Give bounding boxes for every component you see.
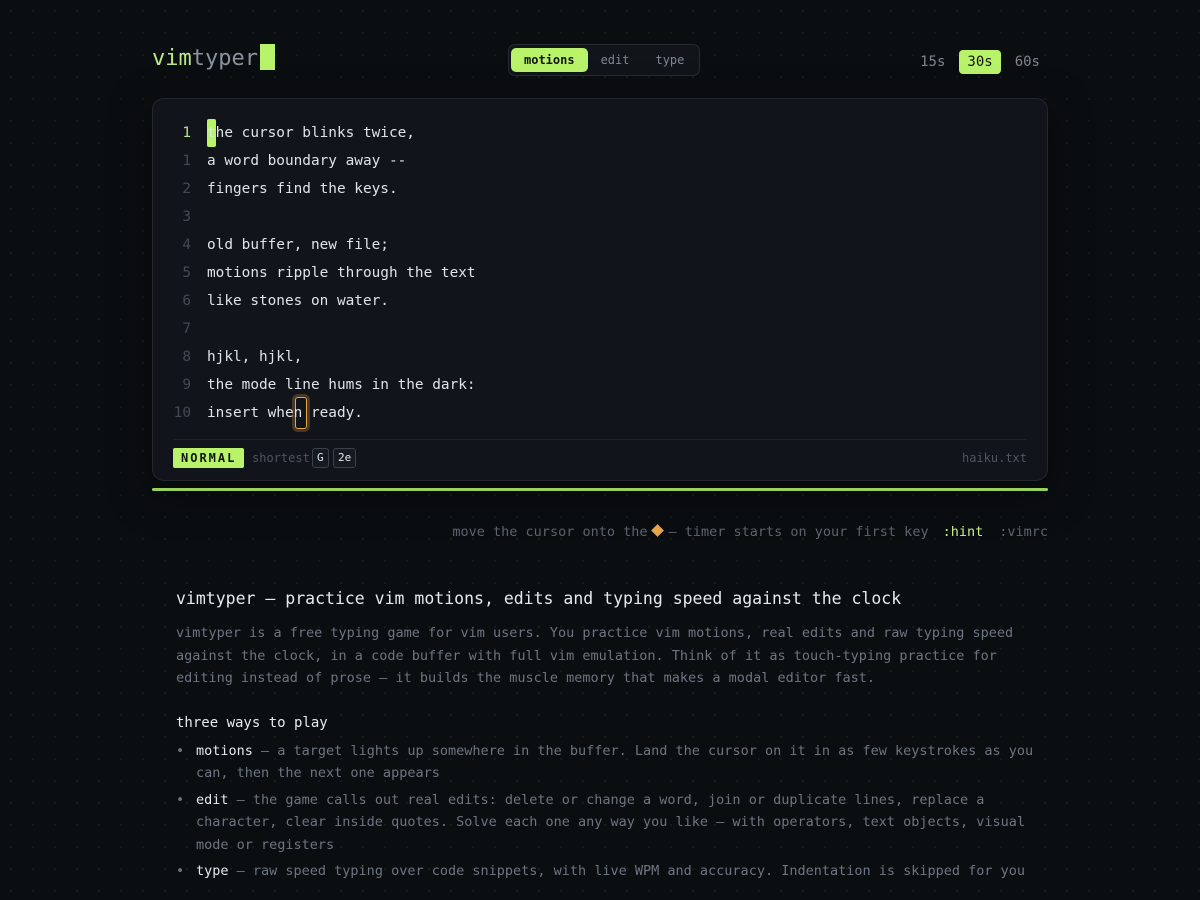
mode-indicator: NORMAL xyxy=(173,448,245,468)
logo-vim: vim xyxy=(152,46,192,71)
hint-command-link[interactable]: :hint xyxy=(943,524,984,540)
logo[interactable]: vimtyper xyxy=(152,44,275,73)
time-15s[interactable]: 15s xyxy=(912,50,953,74)
buffer-line: 5 motions ripple through the text xyxy=(153,259,1047,287)
line-text: motions ripple through the text xyxy=(207,265,476,281)
line-number: 10 xyxy=(173,405,191,421)
list-item-desc: — a target lights up somewhere in the bu… xyxy=(196,742,1034,782)
bullet-icon: • xyxy=(176,791,185,808)
mode-switcher: motions edit type xyxy=(508,44,701,76)
buffer-line: 2 fingers find the keys. xyxy=(153,175,1047,203)
list-item-desc: — raw speed typing over code snippets, w… xyxy=(228,863,1026,879)
editor-buffer[interactable]: 1 the cursor blinks twice, 1 a word bounda… xyxy=(152,98,1048,481)
status-line: NORMAL shortest G 2e haiku.txt xyxy=(173,439,1027,480)
about-subheading: three ways to play xyxy=(176,714,328,731)
hint-bar: move the cursor onto the — timer starts o… xyxy=(452,522,1048,542)
line-text: like stones on water. xyxy=(207,293,389,309)
buffer-line: 1 the cursor blinks twice, xyxy=(153,119,1047,147)
line-number: 1 xyxy=(182,125,191,141)
list-item: • type — raw speed typing over code snipp… xyxy=(176,860,1036,883)
line-text: fingers find the keys. xyxy=(207,181,398,197)
list-item-term: edit xyxy=(196,791,229,808)
time-60s[interactable]: 60s xyxy=(1007,50,1048,74)
line-number: 3 xyxy=(182,209,191,225)
line-text: hjkl, hjkl, xyxy=(207,349,303,365)
shortest-label: shortest xyxy=(252,451,310,465)
vimrc-command-link[interactable]: :vimrc xyxy=(999,524,1048,540)
line-number: 1 xyxy=(182,153,191,169)
about-intro: vimtyper is a free typing game for vim u… xyxy=(176,625,1014,686)
buffer-line: 7 xyxy=(153,315,1047,343)
line-number: 2 xyxy=(182,181,191,197)
shortest-key: 2e xyxy=(333,448,357,468)
logo-typer: typer xyxy=(191,46,258,71)
line-number: 9 xyxy=(182,377,191,393)
buffer-line: 9 the mode line hums in the dark: xyxy=(153,371,1047,399)
time-selector: 15s 30s 60s xyxy=(912,50,1048,74)
about-section: vimtyper — practice vim motions, edits a… xyxy=(176,586,1036,887)
shortest-key: G xyxy=(312,448,329,468)
play-modes-list: • motions — a target lights up somewhere … xyxy=(176,740,1036,883)
line-text: a word boundary away -- xyxy=(207,153,407,169)
line-number: 5 xyxy=(182,265,191,281)
mode-motions[interactable]: motions xyxy=(511,48,588,72)
target-diamond-icon xyxy=(651,524,665,537)
buffer-line: 1 a word boundary away -- xyxy=(153,147,1047,175)
buffer-line: 8 hjkl, hjkl, xyxy=(153,343,1047,371)
buffer-line: 3 xyxy=(153,203,1047,231)
header: vimtyper motions edit type 15s 30s 60s xyxy=(152,44,1048,80)
hint-text-after: — timer starts on your first key xyxy=(668,524,929,540)
line-number: 8 xyxy=(182,349,191,365)
line-number: 6 xyxy=(182,293,191,309)
bullet-icon: • xyxy=(176,863,185,879)
buffer-line: 4 old buffer, new file; xyxy=(153,231,1047,259)
mode-edit[interactable]: edit xyxy=(588,48,643,72)
timer-progress-bar xyxy=(152,488,1048,491)
mode-type[interactable]: type xyxy=(642,48,697,72)
list-item-term: motions xyxy=(196,742,253,759)
hint-text-before: move the cursor onto the xyxy=(452,524,648,540)
bullet-icon: • xyxy=(176,742,185,759)
time-30s[interactable]: 30s xyxy=(959,50,1001,74)
list-item: • motions — a target lights up somewhere … xyxy=(176,740,1036,785)
line-text: insert when ready. xyxy=(207,405,363,421)
line-text: the cursor blinks twice, xyxy=(207,125,415,141)
line-text: the mode line hums in the dark: xyxy=(207,377,476,393)
list-item-desc: — the game calls out real edits: delete … xyxy=(196,791,1026,853)
buffer-line: 10 insert when ready. xyxy=(153,399,1047,427)
buffer-line: 6 like stones on water. xyxy=(153,287,1047,315)
about-title: vimtyper — practice vim motions, edits a… xyxy=(176,589,902,608)
line-text: old buffer, new file; xyxy=(207,237,389,253)
list-item-term: type xyxy=(196,863,229,879)
logo-cursor-block xyxy=(259,44,275,70)
line-number: 4 xyxy=(182,237,191,253)
list-item: • edit — the game calls out real edits: d… xyxy=(176,789,1036,857)
filename: haiku.txt xyxy=(961,451,1027,465)
line-number: 7 xyxy=(182,321,191,337)
